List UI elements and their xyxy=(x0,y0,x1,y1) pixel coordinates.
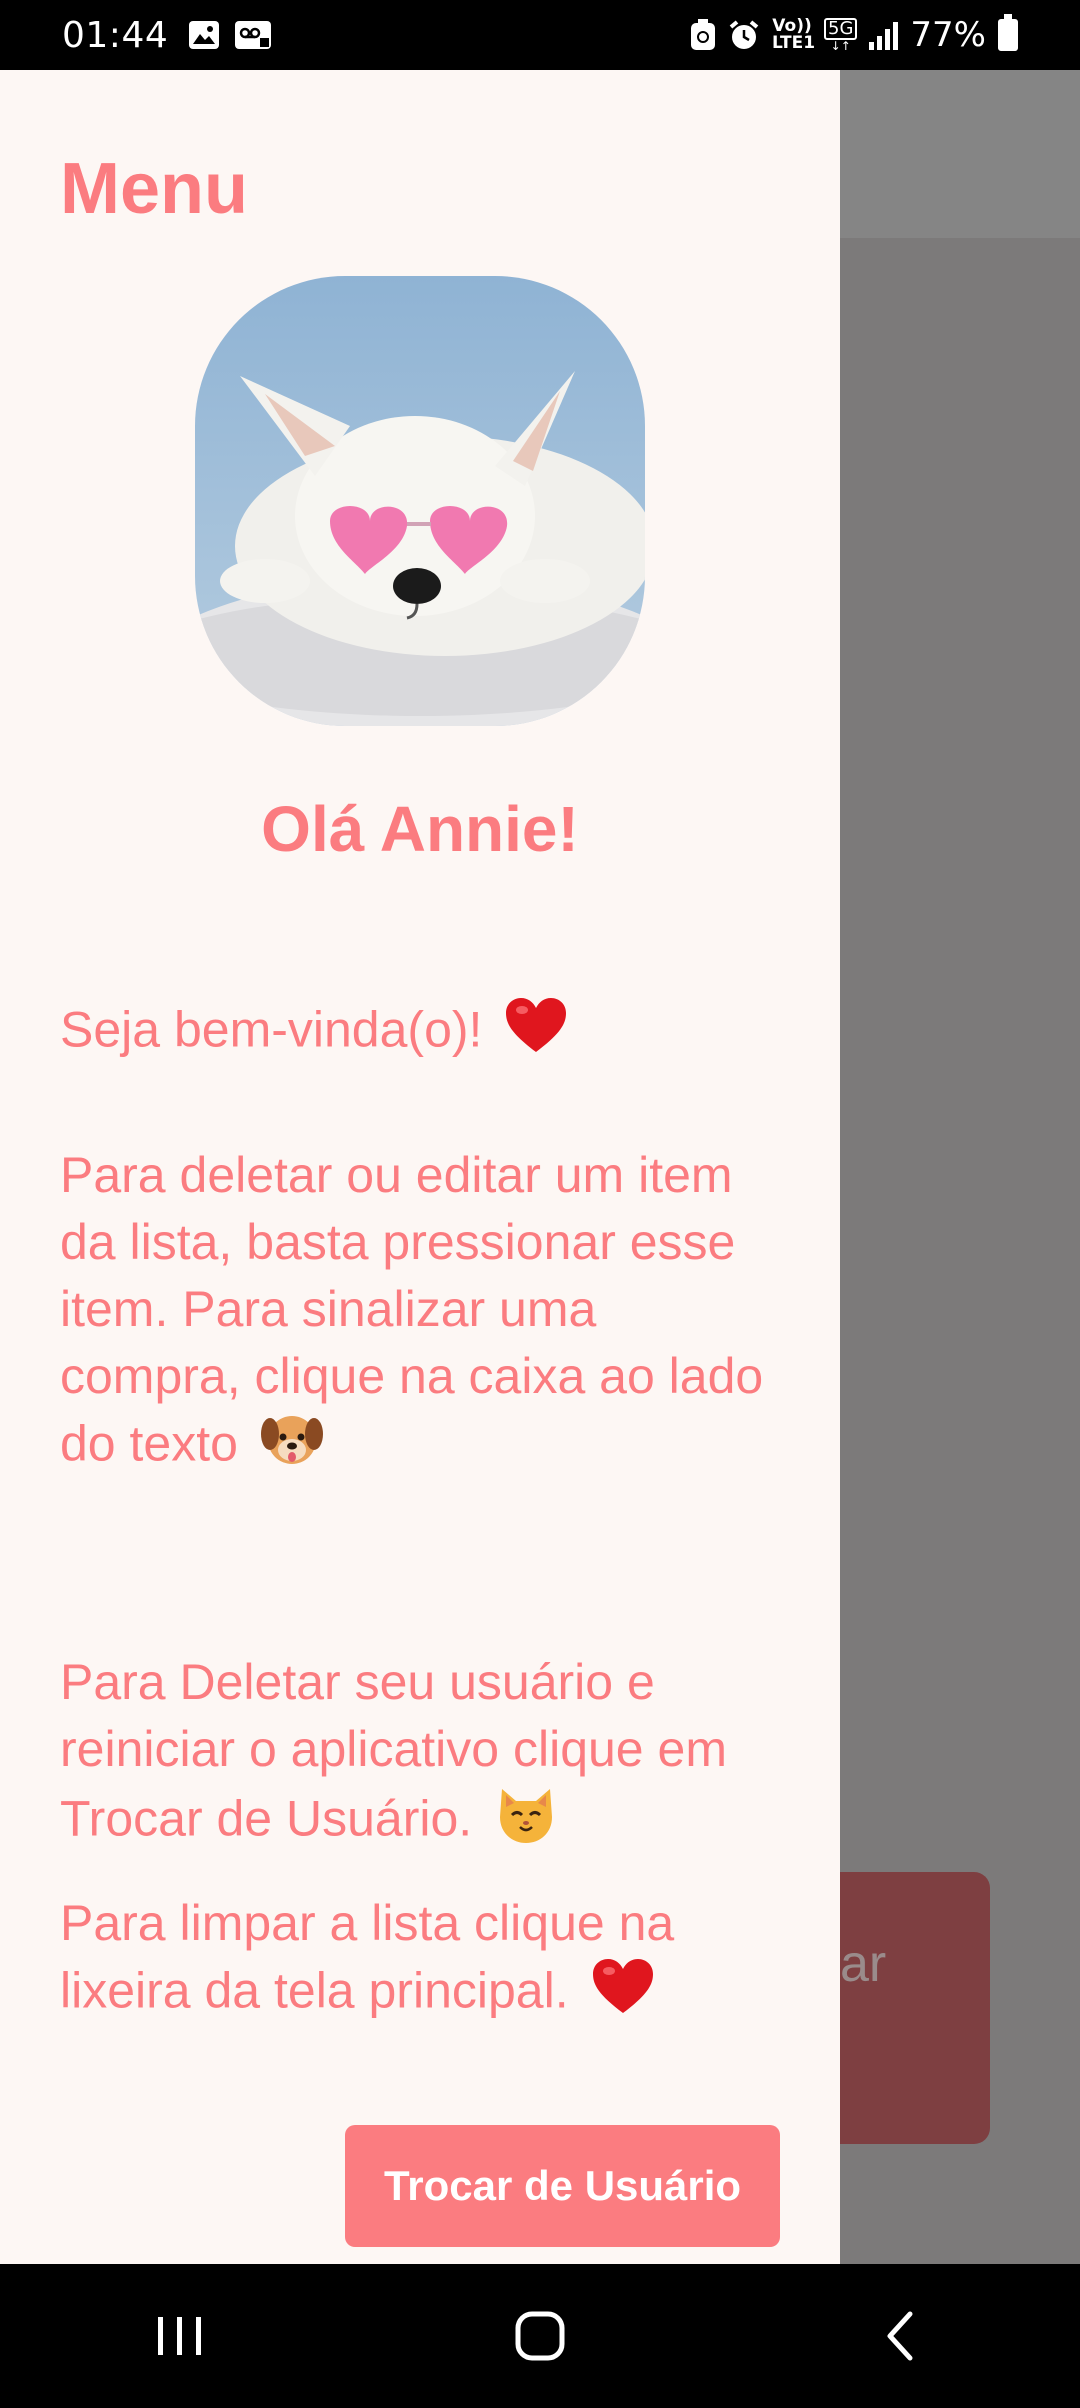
status-right: Vo)) LTE1 5G ↓↑ 77% xyxy=(690,14,1018,55)
recents-icon xyxy=(158,2317,201,2355)
cat-emoji xyxy=(494,1783,558,1862)
back-icon xyxy=(887,2311,913,2361)
clear-list-instruction-text: Para limpar a lista clique na lixeira da… xyxy=(60,1895,675,2019)
avatar xyxy=(195,276,645,726)
delete-user-instruction-text: Para Deletar seu usuário e reiniciar o a… xyxy=(60,1654,727,1847)
heart-emoji xyxy=(591,1957,655,2032)
background-button-text: ar xyxy=(840,1935,887,1993)
delete-user-instruction: Para Deletar seu usuário e reiniciar o a… xyxy=(60,1649,780,1862)
clear-list-instruction: Para limpar a lista clique na lixeira da… xyxy=(60,1890,780,2032)
edit-instruction: Para deletar ou editar um item da lista,… xyxy=(60,1142,780,1485)
switch-user-button[interactable]: Trocar de Usuário xyxy=(345,2125,780,2247)
battery-icon xyxy=(998,14,1018,51)
network-5g-icon: 5G ↓↑ xyxy=(824,18,858,52)
background-app-bar xyxy=(840,70,1080,238)
home-icon xyxy=(515,2311,565,2361)
battery-percent: 77% xyxy=(910,15,986,55)
edit-instruction-text: Para deletar ou editar um item da lista,… xyxy=(60,1147,764,1472)
recycle-icon xyxy=(691,19,716,50)
dog-emoji xyxy=(260,1410,324,1485)
menu-title: Menu xyxy=(60,149,248,229)
status-bar: 01:44 Vo)) LTE1 5G ↓↑ 77% xyxy=(0,0,1080,70)
welcome-label: Seja bem-vinda(o)! xyxy=(60,1001,483,1058)
greeting: Olá Annie! xyxy=(261,793,579,865)
heart-emoji xyxy=(504,996,568,1071)
home-button[interactable] xyxy=(480,2286,600,2386)
notification-icons xyxy=(188,20,272,50)
status-time: 01:44 xyxy=(62,14,169,56)
welcome-text: Seja bem-vinda(o)! xyxy=(60,996,780,1071)
navigation-drawer: Menu Olá Annie! Seja bem-vinda(o)! Para … xyxy=(0,70,840,2264)
dog-avatar-image xyxy=(195,276,645,726)
signal-icon xyxy=(869,20,899,50)
volte-icon: Vo)) LTE1 xyxy=(772,16,816,53)
recents-button[interactable] xyxy=(120,2286,240,2386)
alarm-icon xyxy=(729,20,759,49)
back-button[interactable] xyxy=(840,2286,960,2386)
voicemail-icon xyxy=(235,21,272,49)
gallery-icon xyxy=(189,21,220,49)
system-nav-bar xyxy=(0,2264,1080,2408)
